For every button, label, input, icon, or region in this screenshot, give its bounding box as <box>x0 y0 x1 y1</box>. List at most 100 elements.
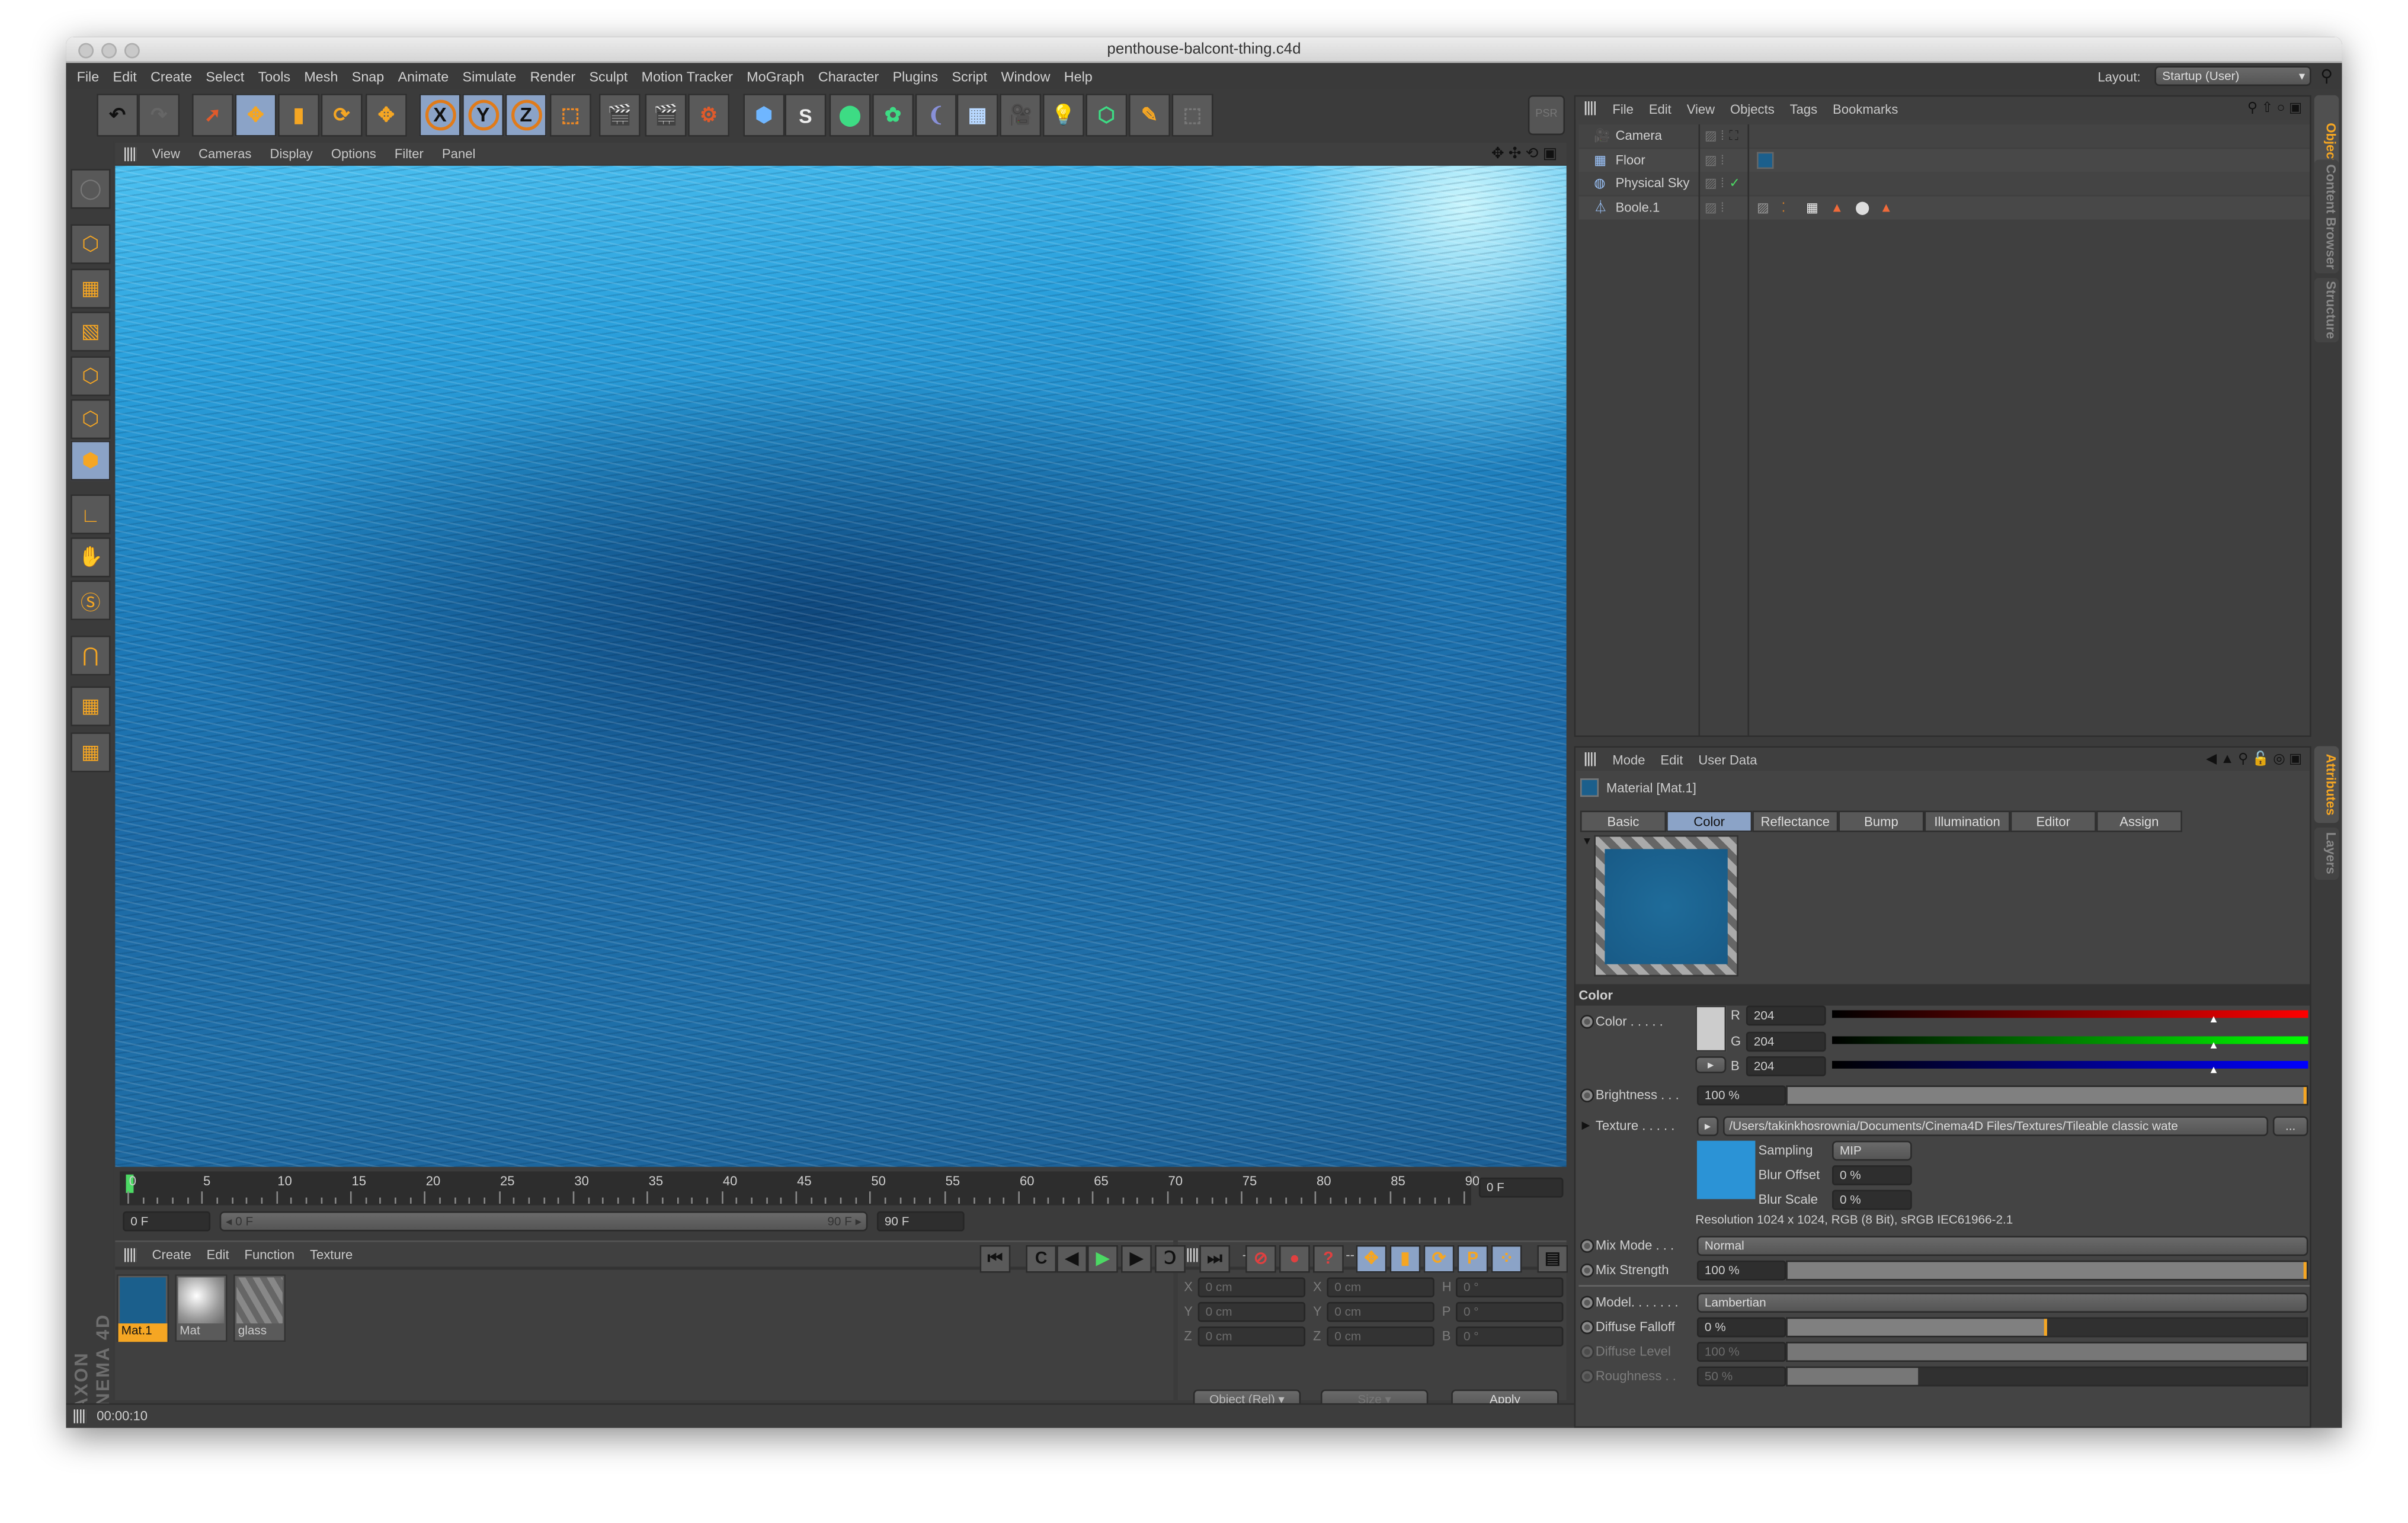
object-row[interactable]: ◍ Physical Sky ▨ ⁞ ✓ <box>1578 172 2310 195</box>
toolbar-x-axis-button[interactable]: X <box>419 94 461 137</box>
side-tab-content-browser[interactable]: Content Browser <box>2314 159 2339 274</box>
mix_strength-slider[interactable] <box>1786 1260 2308 1281</box>
roughness-animate-radio[interactable] <box>1580 1369 1594 1384</box>
channel-b-slider[interactable]: ▲ <box>1832 1060 2308 1076</box>
object-row[interactable]: ▦ Floor ▨ ⁞ <box>1578 148 2310 171</box>
menu-render[interactable]: Render <box>530 69 576 85</box>
left-toolbar-axis-mode-button[interactable]: ∟ <box>71 494 111 534</box>
go-to-end-button[interactable]: ⏭ <box>1199 1245 1231 1273</box>
brightness-slider[interactable] <box>1786 1085 2308 1106</box>
tab-reflectance[interactable]: Reflectance <box>1752 810 1839 832</box>
roughness-field[interactable]: 50 % <box>1696 1366 1786 1387</box>
channel-g-field[interactable]: 204 <box>1746 1031 1826 1051</box>
left-toolbar-snap-button[interactable]: Ⓢ <box>71 580 111 621</box>
coord-field[interactable]: 0 cm <box>1197 1326 1306 1347</box>
psr-icon[interactable]: PSR <box>1528 95 1565 136</box>
toolbar-recent-tool-button[interactable]: ✥ <box>365 94 407 137</box>
object-menu-edit[interactable]: Edit <box>1649 101 1671 116</box>
toolbar-y-axis-button[interactable]: Y <box>462 94 504 137</box>
tab-color[interactable]: Color <box>1666 810 1753 832</box>
menu-motion-tracker[interactable]: Motion Tracker <box>642 69 733 85</box>
attribute-menu-mode[interactable]: Mode <box>1612 752 1645 767</box>
left-toolbar-edges-mode-button[interactable]: ⬡ <box>71 399 111 440</box>
toolbar-render-picture-viewer-button[interactable]: 🎬 <box>645 94 687 137</box>
left-toolbar-polygons-mode-button[interactable]: ⬢ <box>71 440 111 481</box>
key-position-button[interactable]: ✥ <box>1356 1245 1387 1273</box>
visibility-toggle-icon[interactable]: ▨ ⁞ <box>1705 148 1724 171</box>
toolbar-camera-button[interactable]: 🎥 <box>1000 94 1042 137</box>
menu-animate[interactable]: Animate <box>398 69 449 85</box>
texture-sampling-dropdown[interactable]: MIP <box>1832 1140 1912 1161</box>
side-tab-structure[interactable]: Structure <box>2314 278 2339 342</box>
model-animate-radio[interactable] <box>1580 1296 1594 1310</box>
previous-key-button[interactable]: C <box>1026 1245 1057 1273</box>
toolbar-cube-button[interactable]: ⬢ <box>743 94 785 137</box>
check-icon[interactable]: ✓ <box>1729 172 1740 195</box>
object-menu-view[interactable]: View <box>1687 101 1715 116</box>
diffuse_falloff-field[interactable]: 0 % <box>1696 1317 1786 1338</box>
toolbar-nurbs-button[interactable]: ⬤ <box>829 94 871 137</box>
toolbar-scene-button[interactable]: ⬚ <box>1171 94 1213 137</box>
diffuse_falloff-animate-radio[interactable] <box>1580 1320 1594 1335</box>
next-key-button[interactable]: Ↄ <box>1155 1245 1186 1273</box>
texture-path-field[interactable]: /Users/takinkhosrownia/Documents/Cinema4… <box>1722 1116 2269 1136</box>
menu-character[interactable]: Character <box>818 69 879 85</box>
diffuse_falloff-slider-handle[interactable] <box>2044 1319 2047 1336</box>
mix_strength-field[interactable]: 100 % <box>1696 1260 1786 1281</box>
material-menu-function[interactable]: Function <box>245 1247 295 1262</box>
menu-sculpt[interactable]: Sculpt <box>589 69 627 85</box>
slider-handle-icon[interactable]: ▲ <box>2208 1040 2219 1051</box>
left-toolbar-tweak-mode-button[interactable]: ✋ <box>71 537 111 578</box>
side-tab-layers[interactable]: Layers <box>2314 827 2339 880</box>
menu-simulate[interactable]: Simulate <box>463 69 517 85</box>
left-toolbar-locked-workplane-button[interactable]: ▦ <box>71 686 111 726</box>
object-manager-tools-icons[interactable]: ⚲ ⇧ ○ ▣ <box>2247 100 2302 117</box>
menu-window[interactable]: Window <box>1001 69 1050 85</box>
mix_strength-animate-radio[interactable] <box>1580 1264 1594 1278</box>
object-menu-file[interactable]: File <box>1612 101 1634 116</box>
menu-select[interactable]: Select <box>206 69 244 85</box>
texture-blur-scale-field[interactable]: 0 % <box>1832 1189 1912 1210</box>
left-toolbar-workplane-button[interactable]: ▧ <box>71 312 111 352</box>
viewport-menu-panel[interactable]: Panel <box>442 146 475 161</box>
channel-g-slider[interactable]: ▲ <box>1832 1035 2308 1051</box>
motion-record-button[interactable]: ⊘ <box>1245 1245 1276 1273</box>
checker-tag-icon[interactable]: ▦ <box>1806 195 1818 219</box>
expand-triangle-icon[interactable]: ▶ <box>1582 1119 1590 1131</box>
tab-editor[interactable]: Editor <box>2010 810 2096 832</box>
menu-create[interactable]: Create <box>150 69 192 85</box>
current-frame-field[interactable]: 0 F <box>1478 1177 1564 1198</box>
object-menu-objects[interactable]: Objects <box>1730 101 1775 116</box>
toolbar-coordinate-system-button[interactable]: ⬚ <box>549 94 591 137</box>
go-to-start-button[interactable]: ⏮ <box>979 1245 1011 1273</box>
toolbar-floor-button[interactable]: ▦ <box>956 94 998 137</box>
timeline-window-button[interactable]: ▤ <box>1537 1245 1568 1273</box>
color-animate-radio[interactable] <box>1580 1015 1594 1029</box>
key-pla-button[interactable]: ⁘ <box>1491 1245 1522 1273</box>
attribute-nav-icons[interactable]: ◀ ▲ ⚲ 🔓 ◎ ▣ <box>2206 751 2302 768</box>
diffuse_level-slider[interactable] <box>1786 1342 2308 1362</box>
toolbar-spline-pen-button[interactable]: S <box>784 94 827 137</box>
viewport-menu-cameras[interactable]: Cameras <box>198 146 251 161</box>
collapse-triangle-icon[interactable]: ▼ <box>1582 837 1593 848</box>
toolbar-move-button[interactable]: ✥ <box>235 94 277 137</box>
material-tag-icon[interactable] <box>1757 151 1774 168</box>
next-frame-button[interactable]: ▶ <box>1121 1245 1152 1273</box>
play-button[interactable]: ▶ <box>1087 1245 1118 1273</box>
tab-basic[interactable]: Basic <box>1580 810 1667 832</box>
toolbar-array-button[interactable]: ✿ <box>872 94 914 137</box>
coord-field[interactable]: 0 cm <box>1197 1301 1306 1322</box>
menu-file[interactable]: File <box>77 69 100 85</box>
diffuse_level-animate-radio[interactable] <box>1580 1345 1594 1359</box>
object-row[interactable]: ⏃ Boole.1 ▨ ⁞ ▨ ⁚ ▦ ▲ ⬤ ▲ <box>1578 195 2310 219</box>
visibility-toggle-icon[interactable]: ▨ ⁞ <box>1705 124 1724 148</box>
material-menu-create[interactable]: Create <box>152 1247 191 1262</box>
toolbar-redo-button[interactable]: ↷ <box>138 94 180 137</box>
side-tab-attributes[interactable]: Attributes <box>2314 746 2339 823</box>
roughness-slider[interactable] <box>1786 1366 2308 1387</box>
texture-browse-button[interactable]: ... <box>2272 1116 2308 1136</box>
coord-field[interactable]: 0 cm <box>1327 1277 1434 1298</box>
channel-r-slider[interactable]: ▲ <box>1832 1010 2308 1025</box>
visibility-toggle-icon[interactable]: ▨ ⁞ <box>1705 195 1724 219</box>
texture-menu-button[interactable]: ▸ <box>1696 1116 1719 1136</box>
